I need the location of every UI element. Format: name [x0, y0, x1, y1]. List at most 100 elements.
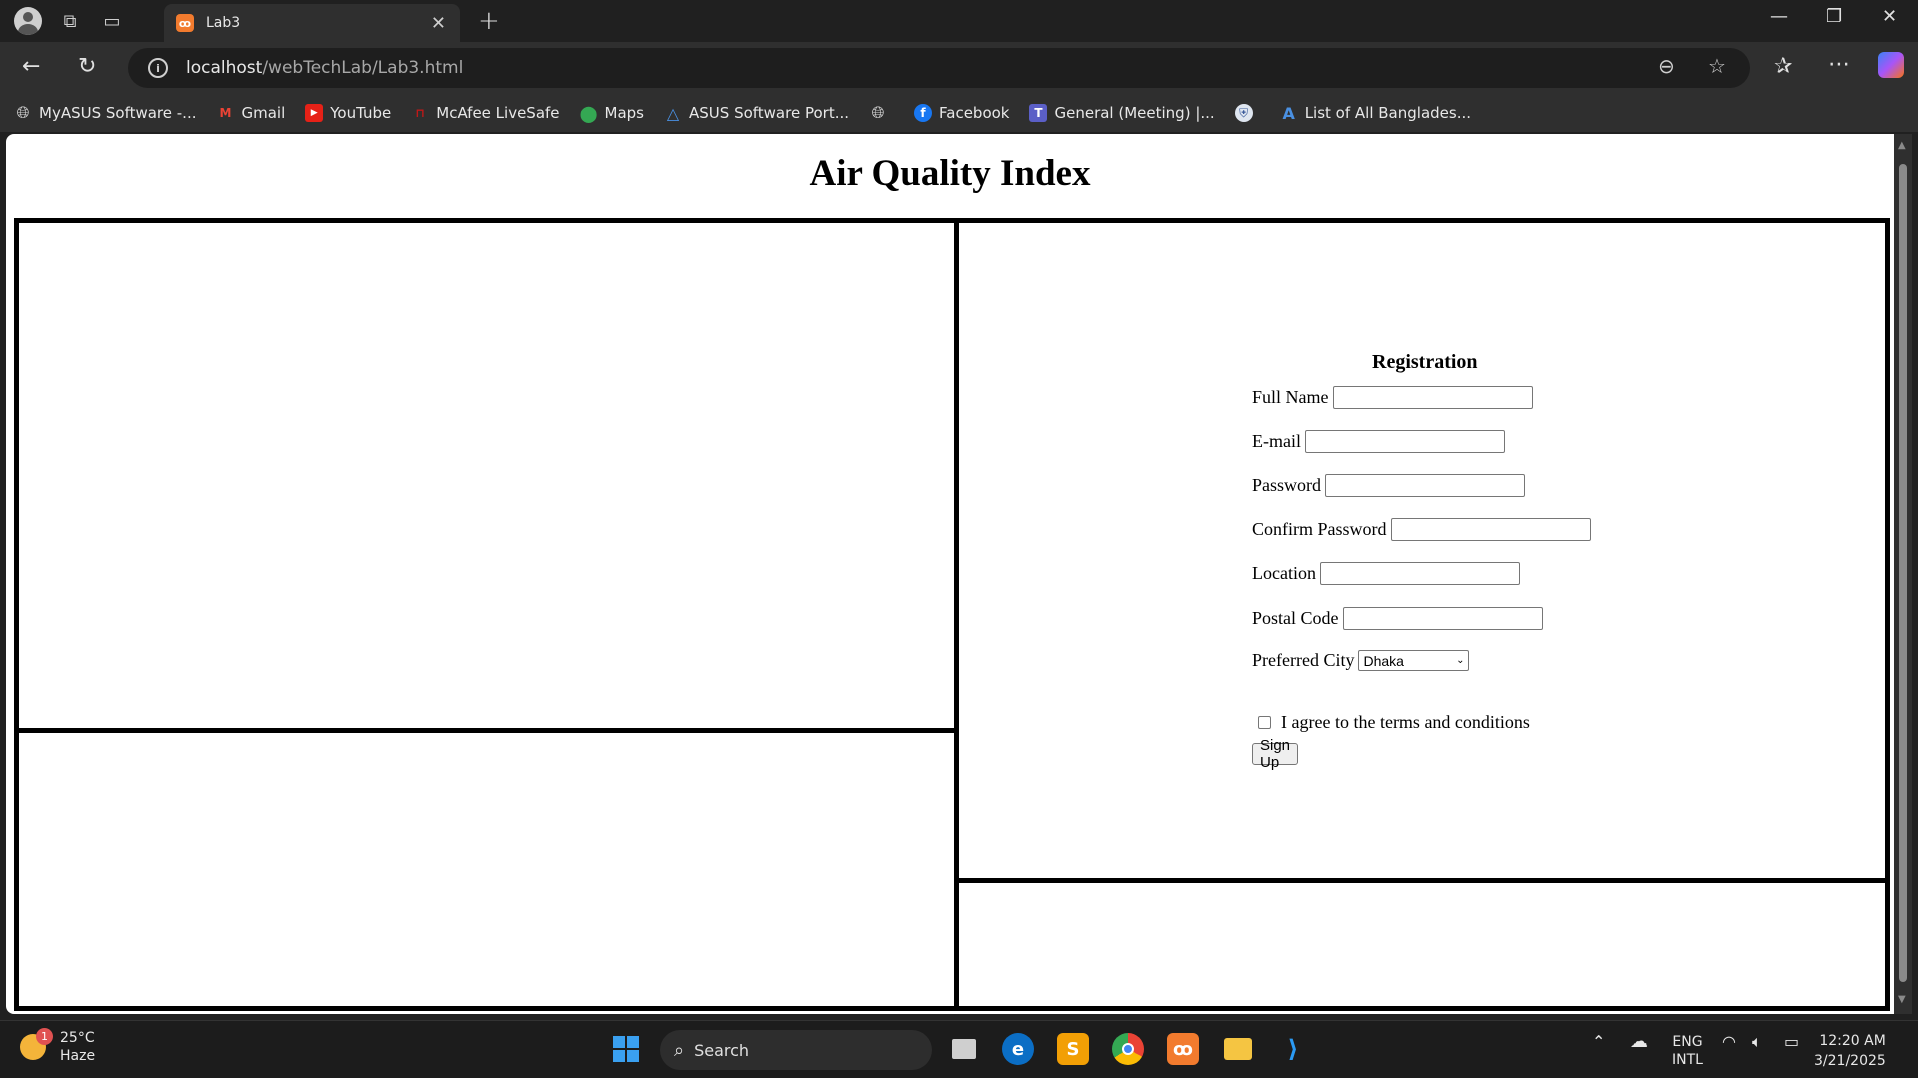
- site-info-icon[interactable]: i: [148, 58, 168, 78]
- zoom-icon[interactable]: ⊖: [1658, 54, 1675, 78]
- confirm-password-row: Confirm Password: [1252, 518, 1591, 541]
- bookmark-gmail[interactable]: M Gmail: [216, 104, 286, 122]
- windows-taskbar: 1 25°C Haze ⌕ Search e S ꝏ ⟩ ⌃ ☁ ENG INT…: [0, 1020, 1918, 1078]
- terms-row: I agree to the terms and conditions: [1252, 712, 1530, 733]
- restore-icon[interactable]: ❐: [1826, 6, 1842, 27]
- weather-widget[interactable]: 1 25°C Haze: [20, 1028, 96, 1065]
- bookmark-label: General (Meeting) |...: [1054, 104, 1215, 122]
- lang-bottom: INTL: [1672, 1052, 1703, 1068]
- page-scrollbar[interactable]: ▲ ▼: [1894, 134, 1912, 1014]
- weather-haze-icon: 1: [20, 1028, 53, 1060]
- bookmark-myasus[interactable]: 🌐︎ MyASUS Software -...: [14, 103, 197, 122]
- weather-desc: Haze: [60, 1048, 96, 1064]
- youtube-icon: ▶: [305, 104, 324, 122]
- copilot-icon[interactable]: [1878, 52, 1904, 78]
- password-row: Password: [1252, 474, 1526, 497]
- full-name-row: Full Name: [1252, 386, 1533, 409]
- search-icon: ⌕: [674, 1039, 685, 1061]
- confirm-password-input[interactable]: [1390, 518, 1591, 541]
- bookmark-label: List of All Banglades...: [1304, 104, 1472, 122]
- wifi-icon[interactable]: ◠: [1722, 1033, 1736, 1051]
- bookmark-asus[interactable]: △ ASUS Software Port...: [664, 103, 849, 123]
- password-label: Password: [1252, 475, 1322, 495]
- profile-avatar-icon[interactable]: [14, 7, 42, 35]
- globe-icon: 🌐︎: [16, 103, 30, 122]
- show-hidden-icons-icon[interactable]: ⌃: [1592, 1033, 1605, 1051]
- file-explorer-icon[interactable]: [1222, 1033, 1254, 1065]
- email-label: E-mail: [1252, 431, 1301, 451]
- onedrive-icon[interactable]: ☁: [1630, 1033, 1648, 1051]
- clock-time: 12:20 AM: [1819, 1033, 1886, 1049]
- back-icon[interactable]: ←: [22, 54, 40, 79]
- favorite-star-icon[interactable]: ☆: [1708, 54, 1726, 78]
- terms-checkbox[interactable]: [1258, 716, 1271, 729]
- panel-right-bottom: [954, 878, 1885, 1006]
- bookmark-youtube[interactable]: ▶ YouTube: [305, 104, 391, 122]
- maps-icon: ⬤: [579, 103, 598, 123]
- bookmark-globe[interactable]: 🌐︎: [869, 103, 894, 122]
- teams-icon: T: [1029, 104, 1048, 122]
- close-tab-icon[interactable]: ✕: [431, 13, 446, 34]
- email-row: E-mail: [1252, 430, 1505, 453]
- workspaces-icon[interactable]: ⧉: [56, 7, 84, 35]
- chevron-down-icon: ⌄: [1456, 655, 1465, 666]
- edge-icon[interactable]: e: [1002, 1033, 1034, 1065]
- bookmarks-bar: 🌐︎ MyASUS Software -... M Gmail ▶ YouTube ⊓…: [0, 94, 1918, 132]
- chrome-icon[interactable]: [1112, 1033, 1144, 1065]
- bookmark-shield[interactable]: ⛨: [1234, 104, 1260, 122]
- refresh-icon[interactable]: ↻: [78, 54, 96, 79]
- email-input[interactable]: [1304, 430, 1505, 453]
- bookmark-bangladesh-list[interactable]: A List of All Banglades...: [1280, 104, 1472, 123]
- shield-icon: ⛨: [1234, 104, 1253, 122]
- vertical-tabs-icon[interactable]: ▭: [98, 7, 126, 35]
- battery-icon[interactable]: ▭: [1784, 1033, 1799, 1051]
- full-name-label: Full Name: [1252, 387, 1329, 407]
- sublime-text-icon[interactable]: S: [1057, 1033, 1089, 1065]
- close-window-icon[interactable]: ✕: [1882, 6, 1897, 27]
- favorites-icon[interactable]: ✰: [1774, 54, 1792, 79]
- bookmark-facebook[interactable]: f Facebook: [914, 104, 1009, 122]
- browser-title-bar: ⧉ ▭ ꝏ Lab3 ✕ + — ❐ ✕: [0, 0, 1918, 42]
- password-input[interactable]: [1325, 474, 1526, 497]
- address-bar[interactable]: i localhost/webTechLab/Lab3.html ⊖ ☆: [128, 48, 1750, 88]
- start-windows-icon[interactable]: [610, 1033, 642, 1065]
- signup-button[interactable]: Sign Up: [1252, 737, 1299, 771]
- language-indicator[interactable]: ENG INTL: [1672, 1033, 1703, 1069]
- bookmark-mcafee[interactable]: ⊓ McAfee LiveSafe: [411, 104, 559, 122]
- minimize-icon[interactable]: —: [1770, 6, 1788, 27]
- bookmark-teams[interactable]: T General (Meeting) |...: [1029, 104, 1215, 122]
- preferred-city-select[interactable]: Dhaka ⌄: [1358, 650, 1470, 671]
- confirm-password-label: Confirm Password: [1252, 519, 1387, 539]
- terms-label: I agree to the terms and conditions: [1281, 712, 1530, 732]
- scroll-up-icon[interactable]: ▲: [1898, 140, 1906, 151]
- volume-icon[interactable]: 🔈︎: [1752, 1033, 1762, 1051]
- postal-code-input[interactable]: [1342, 607, 1543, 630]
- facebook-icon: f: [914, 104, 932, 122]
- scroll-thumb[interactable]: [1899, 164, 1907, 982]
- system-clock[interactable]: 12:20 AM 3/21/2025: [1814, 1031, 1886, 1071]
- xampp-icon[interactable]: ꝏ: [1167, 1033, 1199, 1065]
- xampp-icon: ꝏ: [176, 14, 194, 32]
- postal-code-row: Postal Code: [1252, 607, 1543, 630]
- new-tab-icon[interactable]: +: [478, 6, 500, 36]
- full-name-input[interactable]: [1332, 386, 1533, 409]
- tab-title: Lab3: [206, 15, 241, 31]
- vscode-icon[interactable]: ⟩: [1277, 1033, 1309, 1065]
- bookmark-label: MyASUS Software -...: [39, 104, 197, 122]
- taskbar-search[interactable]: ⌕ Search: [660, 1030, 932, 1070]
- url-text[interactable]: localhost/webTechLab/Lab3.html: [186, 58, 463, 78]
- mcafee-icon: ⊓: [415, 106, 426, 120]
- asus-icon: △: [666, 103, 680, 123]
- scroll-down-icon[interactable]: ▼: [1898, 994, 1906, 1005]
- clock-date: 3/21/2025: [1814, 1053, 1886, 1069]
- location-input[interactable]: [1319, 562, 1520, 585]
- bookmark-maps[interactable]: ⬤ Maps: [579, 103, 644, 123]
- tab-lab3[interactable]: ꝏ Lab3 ✕: [164, 4, 460, 42]
- task-view-icon[interactable]: [948, 1033, 980, 1065]
- postal-code-label: Postal Code: [1252, 608, 1339, 628]
- more-menu-icon[interactable]: ⋯: [1828, 52, 1850, 77]
- bookmark-label: Gmail: [241, 104, 286, 122]
- preferred-city-label: Preferred City: [1252, 650, 1355, 670]
- gmail-icon: M: [219, 106, 232, 120]
- preferred-city-row: Preferred City Dhaka ⌄: [1252, 650, 1470, 671]
